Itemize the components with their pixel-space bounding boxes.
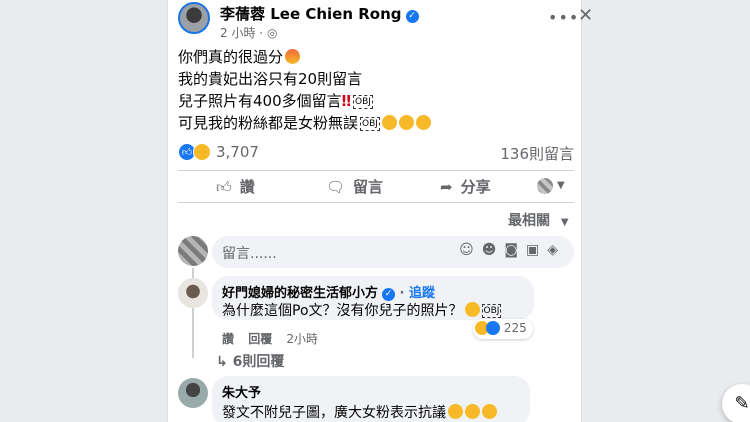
avatar-sticker-icon[interactable]: ☺ bbox=[459, 242, 482, 258]
laughing-emoji-icon bbox=[415, 115, 431, 130]
share-label: 分享 bbox=[460, 178, 491, 196]
stage: 李蒨蓉 Lee Chien Rong ✓ 2 小時 · ◎ ••• ✕ 你們真的很… bbox=[0, 0, 750, 422]
comment-author-line: 好門媳婦的秘密生活郁小方 ✓ · 追蹤 bbox=[222, 282, 435, 301]
share-button[interactable]: ➦ 分享 bbox=[440, 176, 491, 197]
edit-icon[interactable]: ✎ bbox=[722, 384, 750, 422]
sticker-icon[interactable]: ◈ bbox=[547, 242, 566, 258]
share-arrow-icon: ➦ bbox=[440, 178, 453, 196]
post-line-4-text: 可見我的粉絲都是女粉無誤 bbox=[178, 114, 359, 132]
composer-icons: ☺☻◙▣◈ bbox=[459, 242, 566, 258]
close-icon[interactable]: ✕ bbox=[578, 5, 593, 26]
comment-button[interactable]: 🗨︎ 留言 bbox=[326, 176, 383, 197]
like-button[interactable]: 👍︎ 讚 bbox=[216, 176, 255, 197]
post-line-1-text: 你們真的很過分 bbox=[178, 48, 284, 66]
comment-bubble: 好門媳婦的秘密生活郁小方 ✓ · 追蹤 為什麼這個Po文？沒有你兒子的照片？ OBJ bbox=[212, 276, 534, 320]
divider bbox=[178, 170, 574, 171]
comment-reaction-count: 225 bbox=[503, 321, 527, 335]
like-reaction-icon bbox=[486, 321, 500, 335]
comment-author[interactable]: 好門媳婦的秘密生活郁小方 bbox=[222, 286, 378, 301]
comment-text-line: 為什麼這個Po文？沒有你兒子的照片？ OBJ bbox=[222, 300, 502, 320]
dot-separator: · bbox=[259, 26, 264, 40]
camera-icon[interactable]: ◙ bbox=[504, 242, 526, 258]
obj-placeholder-glyph: OBJ bbox=[360, 117, 380, 131]
post-line-3: 兒子照片有400多個留言‼ OBJ bbox=[178, 90, 373, 112]
view-replies-button[interactable]: ↳ 6則回覆 bbox=[216, 351, 284, 371]
comment-like-button[interactable]: 讚 bbox=[222, 332, 234, 346]
post-meta: 2 小時 · ◎ bbox=[220, 24, 277, 41]
reply-arrow-icon: ↳ bbox=[216, 354, 228, 370]
comment-text-line: 發文不附兒子圖，廣大女粉表示抗議 bbox=[222, 402, 497, 422]
comment-bubble: 朱大予 發文不附兒子圖，廣大女粉表示抗議 bbox=[212, 376, 530, 422]
sort-label: 最相關 bbox=[508, 213, 550, 229]
comment-reactions[interactable]: 225 bbox=[473, 319, 533, 339]
replies-label: 6則回覆 bbox=[232, 354, 285, 370]
post-line-4: 可見我的粉絲都是女粉無誤 OBJ bbox=[178, 112, 431, 134]
share-as-avatar[interactable] bbox=[537, 178, 553, 194]
comment-author[interactable]: 朱大予 bbox=[222, 382, 261, 401]
dot-separator: · bbox=[399, 286, 410, 301]
post-card: 李蒨蓉 Lee Chien Rong ✓ 2 小時 · ◎ ••• ✕ 你們真的很… bbox=[167, 0, 593, 422]
emoji-icon[interactable]: ☻ bbox=[482, 242, 505, 258]
post-line-2-text: 我的貴妃出浴只有20則留言 bbox=[178, 70, 363, 88]
chevron-down-icon[interactable]: ▼ bbox=[557, 180, 565, 191]
post-time[interactable]: 2 小時 bbox=[220, 26, 255, 40]
haha-reaction-icon[interactable] bbox=[193, 143, 211, 161]
divider bbox=[178, 202, 574, 203]
obj-placeholder-glyph: OBJ bbox=[481, 304, 502, 318]
post-line-1: 你們真的很過分 bbox=[178, 46, 301, 68]
speech-bubble-icon: 🗨︎ bbox=[326, 178, 346, 196]
thumbs-up-icon: 👍︎ bbox=[216, 178, 232, 196]
obj-placeholder-glyph: OBJ bbox=[353, 95, 373, 109]
angry-emoji-icon bbox=[285, 49, 301, 64]
comment-input[interactable]: 留言...... ☺☻◙▣◈ bbox=[212, 236, 574, 268]
commenter-avatar[interactable] bbox=[178, 278, 208, 308]
reactions-count[interactable]: 3,707 bbox=[216, 143, 259, 161]
post-line-2: 我的貴妃出浴只有20則留言 bbox=[178, 68, 362, 90]
laughing-emoji-icon bbox=[398, 115, 414, 130]
globe-icon: ◎ bbox=[266, 26, 278, 40]
comment-placeholder: 留言...... bbox=[222, 246, 277, 262]
reactions-row: 👍︎ 3,707 136則留言 bbox=[178, 140, 574, 164]
sort-dropdown[interactable]: 最相關 ▼ bbox=[508, 210, 569, 230]
comment-text: 為什麼這個Po文？沒有你兒子的照片？ bbox=[222, 303, 463, 319]
comments-count[interactable]: 136則留言 bbox=[500, 143, 574, 164]
comment-label: 留言 bbox=[353, 178, 384, 196]
comment-reply-button[interactable]: 回覆 bbox=[248, 332, 272, 346]
laughing-emoji-icon bbox=[448, 404, 463, 419]
author-avatar[interactable] bbox=[178, 2, 210, 34]
chevron-down-icon: ▼ bbox=[560, 217, 569, 228]
comment-time[interactable]: 2小時 bbox=[286, 332, 318, 346]
commenter-avatar[interactable] bbox=[178, 378, 208, 408]
follow-link[interactable]: 追蹤 bbox=[409, 286, 435, 301]
gif-icon[interactable]: ▣ bbox=[526, 242, 547, 258]
like-label: 讚 bbox=[239, 178, 255, 196]
laughing-emoji-icon bbox=[482, 404, 497, 419]
comment-text: 發文不附兒子圖，廣大女粉表示抗議 bbox=[222, 405, 446, 421]
grinning-emoji-icon bbox=[464, 302, 480, 317]
my-avatar[interactable] bbox=[178, 236, 208, 266]
laughing-emoji-icon bbox=[381, 115, 397, 130]
verified-icon: ✓ bbox=[405, 10, 419, 23]
post-line-3-text: 兒子照片有400多個留言 bbox=[178, 92, 342, 110]
double-exclamation-icon: ‼ bbox=[341, 92, 352, 110]
more-icon[interactable]: ••• bbox=[548, 8, 579, 27]
author-name-text[interactable]: 李蒨蓉 Lee Chien Rong bbox=[220, 5, 402, 23]
author-name[interactable]: 李蒨蓉 Lee Chien Rong ✓ bbox=[220, 3, 419, 24]
comment-actions: 讚 回覆 2小時 bbox=[222, 330, 318, 347]
laughing-emoji-icon bbox=[465, 404, 480, 419]
